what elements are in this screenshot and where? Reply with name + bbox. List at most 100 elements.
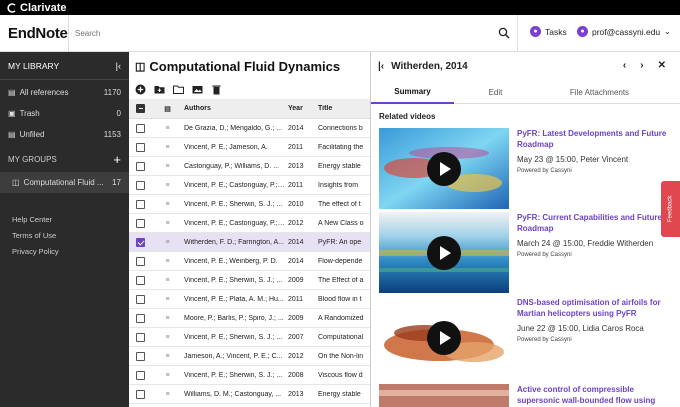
column-authors[interactable]: Authors	[184, 105, 288, 112]
table-row[interactable]: ≡ Vincent, P. E.; Castonguay, P.; ... 2011…	[129, 176, 370, 195]
row-checkbox[interactable]	[135, 389, 145, 399]
video-title[interactable]: Active control of compressible supersoni…	[517, 384, 667, 407]
add-group-icon[interactable]: +	[113, 152, 121, 167]
tab-summary[interactable]: Summary	[371, 80, 454, 104]
sidebar-item-trash[interactable]: ▣ Trash 0	[0, 103, 129, 124]
search-icon[interactable]	[498, 27, 510, 39]
add-to-folder-icon[interactable]	[154, 84, 165, 95]
row-year: 2009	[288, 314, 304, 322]
video-title[interactable]: PyFR: Current Capabilities and Future Ro…	[517, 212, 667, 234]
video-meta: June 22 @ 15:00, Lidia Caros Roca	[517, 324, 644, 333]
row-checkbox[interactable]	[135, 332, 145, 342]
drag-handle-icon[interactable]: ≡	[151, 182, 184, 189]
table-row[interactable]: ≡ De Grazia, D.; Mengaldo, G.; ... 2014 Con…	[129, 119, 370, 138]
table-row[interactable]: ≡ Castonguay, P.; Williams, D. ... 2013 Ene…	[129, 157, 370, 176]
video-thumbnail[interactable]	[379, 212, 509, 293]
row-title: Viscous flow d	[318, 371, 363, 379]
sidebar-item-group-cfd[interactable]: ◫ Computational Fluid ... 17	[0, 172, 129, 193]
row-checkbox[interactable]	[135, 142, 145, 152]
row-year: 2011	[288, 143, 304, 151]
sidebar-item-unfiled[interactable]: ▤ Unfiled 1153	[0, 124, 129, 145]
row-checkbox[interactable]	[135, 237, 145, 247]
drag-handle-icon[interactable]: ≡	[151, 391, 184, 398]
column-year[interactable]: Year	[288, 105, 318, 112]
row-authors: Vincent, P. E.; Castonguay, P.; ...	[184, 181, 286, 189]
add-reference-icon[interactable]	[135, 84, 146, 95]
user-menu[interactable]: ● prof@cassyni.edu ⌄	[577, 26, 671, 37]
drag-handle-icon[interactable]: ≡	[151, 296, 184, 303]
drag-handle-icon[interactable]: ≡	[151, 201, 184, 208]
video-thumbnail[interactable]	[379, 128, 509, 209]
row-checkbox[interactable]	[135, 123, 145, 133]
row-checkbox[interactable]	[135, 180, 145, 190]
row-year: 2008	[288, 371, 304, 379]
table-row[interactable]: ≡ Vincent, P. E.; Castonguay, P.; ... 2012…	[129, 214, 370, 233]
folder-icon[interactable]	[173, 84, 184, 95]
tasks-button[interactable]: ● Tasks	[530, 26, 567, 37]
row-checkbox[interactable]	[135, 161, 145, 171]
drag-handle-icon[interactable]: ≡	[151, 334, 184, 341]
video-thumbnail[interactable]	[379, 297, 509, 378]
trash-icon[interactable]	[211, 84, 222, 95]
close-icon[interactable]: ✕	[658, 60, 666, 71]
row-checkbox[interactable]	[135, 256, 145, 266]
drag-handle-icon[interactable]: ≡	[151, 163, 184, 170]
table-row[interactable]: ≡ Vincent, P. E.; Weinberg, P. D. 2014 Flow…	[129, 252, 370, 271]
drag-handle-icon[interactable]: ≡	[151, 315, 184, 322]
next-reference-icon[interactable]: ›	[640, 60, 643, 71]
select-all-checkbox[interactable]	[135, 104, 145, 113]
row-checkbox[interactable]	[135, 275, 145, 285]
table-row[interactable]: ≡ Vincent, P. E.; Sherwin, S. J.; ... 2009…	[129, 271, 370, 290]
tab-edit[interactable]: Edit	[454, 80, 537, 104]
drag-handle-icon[interactable]: ≡	[151, 220, 184, 227]
feedback-tab[interactable]: Feedback	[661, 181, 680, 237]
row-checkbox[interactable]	[135, 199, 145, 209]
sidebar-item-count: 1153	[103, 130, 121, 139]
tab-file-attachments[interactable]: File Attachments	[537, 80, 662, 104]
table-row[interactable]: ≡ Vincent, P. E.; Jameson, A. 2011 Facilita…	[129, 138, 370, 157]
drag-handle-icon[interactable]: ≡	[151, 353, 184, 360]
column-title[interactable]: Title	[318, 105, 370, 112]
drag-handle-icon[interactable]: ≡	[151, 277, 184, 284]
row-checkbox[interactable]	[135, 351, 145, 361]
clarivate-brand[interactable]: Clarivate	[7, 2, 66, 14]
drag-handle-icon[interactable]: ≡	[151, 258, 184, 265]
video-title[interactable]: DNS-based optimisation of airfoils for M…	[517, 297, 667, 319]
previous-reference-icon[interactable]: ‹	[623, 60, 626, 71]
table-row[interactable]: ≡ Williams, D. M.; Castonguay, ... 2013 Ene…	[129, 385, 370, 404]
table-row[interactable]: ≡ Vincent, P. E.; Sherwin, S. J.; ... 2010…	[129, 195, 370, 214]
row-checkbox[interactable]	[135, 218, 145, 228]
video-powered-by: Powered by Cassyni	[517, 168, 572, 174]
search-input[interactable]	[69, 29, 489, 38]
row-title: The effect of t	[318, 200, 361, 208]
play-icon[interactable]	[427, 321, 461, 355]
table-row[interactable]: ≡ Vincent, P. E.; Sherwin, S. J.; ... 2008…	[129, 366, 370, 385]
drag-handle-icon[interactable]: ≡	[151, 125, 184, 132]
table-row[interactable]: ≡ Jameson, A.; Vincent, P. E.; C... 2012 On…	[129, 347, 370, 366]
video-meta: May 23 @ 15:00, Peter Vincent	[517, 155, 629, 164]
drag-handle-icon[interactable]: ≡	[151, 144, 184, 151]
table-row[interactable]: ≡ Vincent, P. E.; Sherwin, S. J.; ... 2007…	[129, 328, 370, 347]
table-row[interactable]: ≡ Vincent, P. E.; Plata, A. M.; Hu... 2011…	[129, 290, 370, 309]
row-checkbox[interactable]	[135, 370, 145, 380]
table-row[interactable]: ≡ Moore, P.; Barlis, P.; Spiro, J.; ... 20…	[129, 309, 370, 328]
row-checkbox[interactable]	[135, 313, 145, 323]
video-title[interactable]: PyFR: Latest Developments and Future Roa…	[517, 128, 667, 150]
video-thumbnail[interactable]	[379, 384, 509, 407]
help-center-link[interactable]: Help Center	[0, 211, 129, 227]
drag-handle-icon[interactable]: ≡	[151, 372, 184, 379]
play-icon[interactable]	[427, 152, 461, 186]
play-icon[interactable]	[427, 236, 461, 270]
privacy-policy-link[interactable]: Privacy Policy	[0, 243, 129, 259]
row-checkbox[interactable]	[135, 294, 145, 304]
collapse-panel-icon[interactable]: |‹	[378, 61, 384, 72]
panel-tabs: Summary Edit File Attachments	[371, 80, 680, 104]
sidebar-item-all-references[interactable]: ▤ All references 1170	[0, 82, 129, 103]
table-row[interactable]: ≡ Witherden, F. D.; Farrington, A... 2014 P…	[129, 233, 370, 252]
collapse-sidebar-icon[interactable]: |‹	[116, 61, 121, 71]
app-logo[interactable]: EndNote	[0, 25, 68, 42]
drag-handle-icon[interactable]: ≡	[151, 239, 184, 246]
terms-of-use-link[interactable]: Terms of Use	[0, 227, 129, 243]
page-title: Computational Fluid Dynamics	[149, 58, 341, 74]
image-folder-icon[interactable]	[192, 84, 203, 95]
